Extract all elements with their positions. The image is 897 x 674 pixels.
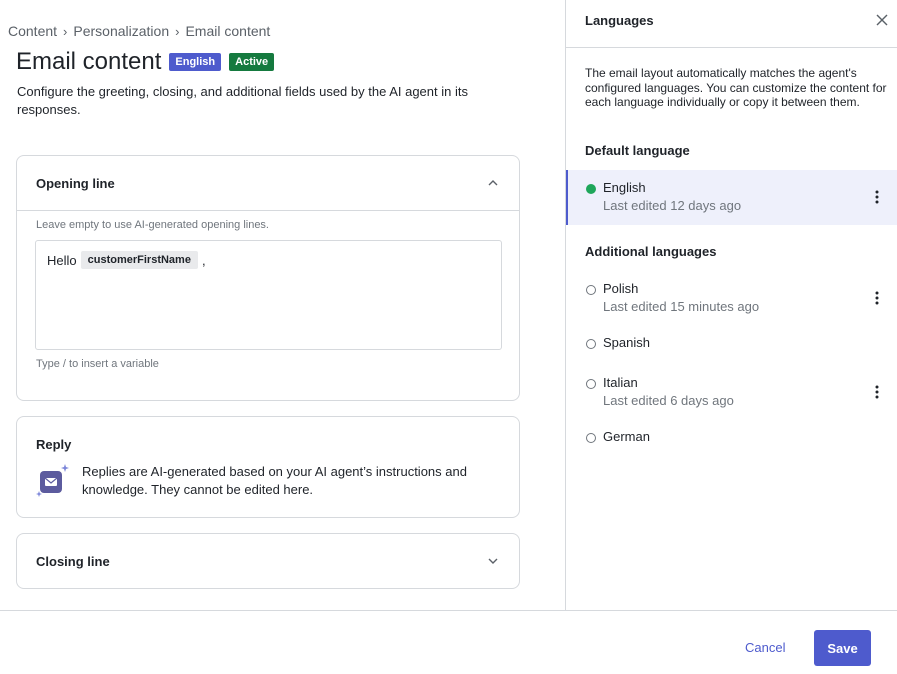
language-name: Italian (603, 375, 638, 390)
page-subtitle: Configure the greeting, closing, and add… (17, 84, 468, 117)
reply-description: Replies are AI-generated based on your A… (82, 464, 467, 497)
language-item-german[interactable]: German (566, 420, 897, 452)
page-title: Email content (16, 48, 162, 75)
opening-line-editor[interactable]: Hello customerFirstName , (35, 240, 502, 350)
breadcrumb: Content › Personalization › Email conten… (8, 23, 270, 39)
default-language-label: Default language (585, 143, 690, 158)
breadcrumb-item-personalization[interactable]: Personalization (73, 23, 169, 39)
chevron-right-icon: › (175, 23, 180, 39)
reply-title: Reply (36, 437, 72, 452)
languages-panel: Languages The email layout automatically… (565, 0, 897, 610)
save-button[interactable]: Save (814, 630, 871, 666)
language-item-italian[interactable]: Italian Last edited 6 days ago (566, 366, 897, 416)
ai-mail-icon (36, 464, 69, 497)
language-last-edited: Last edited 6 days ago (603, 393, 734, 408)
editor-content: Hello customerFirstName , (47, 251, 206, 269)
chevron-up-icon[interactable] (487, 177, 499, 189)
chevron-right-icon: › (63, 23, 68, 39)
language-item-english[interactable]: English Last edited 12 days ago (566, 170, 897, 225)
chevron-down-icon[interactable] (487, 555, 499, 567)
closing-line-title: Closing line (36, 554, 110, 569)
more-options-icon[interactable] (875, 291, 879, 305)
reply-card: Reply Replies are AI-generated based on … (16, 416, 520, 518)
cancel-button[interactable]: Cancel (745, 640, 785, 655)
status-dot-inactive (586, 339, 596, 349)
language-last-edited: Last edited 15 minutes ago (603, 299, 760, 314)
language-name: Spanish (603, 335, 650, 350)
footer-actions: Cancel Save (0, 610, 897, 674)
opening-line-card: Opening line Leave empty to use AI-gener… (16, 155, 520, 401)
status-badge: Active (229, 53, 275, 71)
language-last-edited: Last edited 12 days ago (603, 198, 742, 213)
languages-panel-description: The email layout automatically matches t… (585, 66, 887, 109)
title-row: Email content English Active (16, 48, 275, 76)
languages-panel-title: Languages (585, 13, 654, 28)
editor-text-prefix: Hello (47, 252, 77, 268)
languages-panel-header: Languages (566, 0, 897, 48)
language-badge: English (169, 53, 222, 71)
main-content: Content › Personalization › Email conten… (0, 0, 565, 610)
language-item-polish[interactable]: Polish Last edited 15 minutes ago (566, 272, 897, 322)
opening-line-header[interactable]: Opening line (17, 156, 519, 211)
closing-line-card[interactable]: Closing line (16, 533, 520, 589)
opening-line-title: Opening line (36, 176, 115, 191)
variable-insert-hint: Type / to insert a variable (36, 358, 159, 370)
more-options-icon[interactable] (875, 190, 879, 204)
language-item-spanish[interactable]: Spanish (566, 326, 897, 358)
close-icon[interactable] (875, 13, 889, 27)
editor-text-suffix: , (201, 252, 206, 268)
language-name: German (603, 429, 650, 444)
breadcrumb-item-email-content: Email content (185, 23, 271, 39)
status-dot-inactive (586, 285, 596, 295)
status-dot-inactive (586, 433, 596, 443)
status-dot-inactive (586, 379, 596, 389)
additional-languages-label: Additional languages (585, 244, 717, 259)
language-name: English (603, 180, 646, 195)
breadcrumb-item-content[interactable]: Content (8, 23, 57, 39)
opening-line-hint: Leave empty to use AI-generated opening … (36, 219, 269, 231)
variable-chip[interactable]: customerFirstName (80, 251, 198, 269)
more-options-icon[interactable] (875, 385, 879, 399)
status-dot-active (586, 184, 596, 194)
language-name: Polish (603, 281, 639, 296)
